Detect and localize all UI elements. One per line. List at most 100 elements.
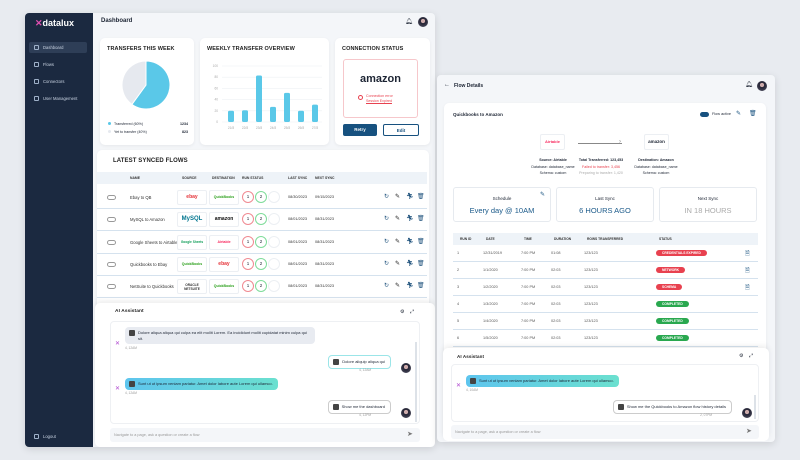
retry-button[interactable]: Retry [343, 124, 377, 136]
flow-toggle[interactable] [107, 284, 116, 290]
users-icon [34, 96, 39, 101]
flow-name[interactable]: Quickbooks to Ebay [130, 262, 167, 267]
edit-icon[interactable]: ✎ [395, 260, 400, 267]
send-icon[interactable]: ➤ [407, 430, 413, 438]
panel-title: AI Assistant [115, 309, 144, 314]
expand-icon[interactable]: ⤢ [749, 353, 753, 359]
session-expired-link[interactable]: Session Expired [366, 99, 392, 103]
flow-toggle[interactable] [107, 217, 116, 223]
logout-button[interactable]: Logout [29, 431, 87, 442]
table-row[interactable]: 1 12/31/2019 7:00 PM 01:08 123/123 CREDENTIA… [453, 245, 758, 262]
source-logo: Airtable [540, 134, 565, 150]
edit-schedule-icon[interactable]: ✎ [540, 191, 545, 198]
run-status-failed[interactable]: 1 [242, 213, 254, 226]
delete-icon[interactable]: 🗑︎ [417, 260, 425, 267]
run-status-failed[interactable]: 1 [242, 235, 254, 248]
run-status-failed[interactable]: 1 [242, 280, 254, 293]
log-file-icon[interactable]: 🗎 [745, 266, 750, 276]
scrollbar[interactable] [754, 395, 756, 419]
flow-name[interactable]: MySQL to Amazon [130, 217, 165, 222]
settings-icon[interactable]: ⚙ [739, 353, 743, 359]
delete-icon[interactable]: 🗑︎ [417, 238, 425, 245]
flow-name[interactable]: Google Sheets to Airtable [130, 240, 178, 245]
back-arrow-icon[interactable]: ← [444, 82, 450, 88]
sidebar-item-user-management[interactable]: User Management [29, 93, 87, 104]
run-icon[interactable]: 🏃︎ [406, 260, 414, 267]
table-row[interactable]: 5 1/4/2020 7:00 PM 02:03 123/123 COMPLETED [453, 313, 758, 330]
status-badge: COMPLETED [656, 335, 689, 341]
notification-icon[interactable]: 🔔︎ [405, 18, 413, 25]
column-header: DESTINATION [212, 176, 235, 180]
status-badge: COMPLETED [656, 301, 689, 307]
amazon-logo: amazon [360, 73, 401, 85]
notification-icon[interactable]: 🔔︎ [745, 81, 753, 88]
table-row[interactable]: Ebay to QB ebay QuickBooks 1 2 08/30/202… [97, 187, 427, 209]
cell-rows: 123/123 [584, 285, 598, 289]
sidebar-item-flows[interactable]: Flows [29, 59, 87, 70]
run-status-success[interactable]: 2 [255, 191, 267, 203]
latest-flows-card: LATEST SYNCED FLOWS NAME SOURCE DESTINATIO… [97, 150, 429, 320]
table-row[interactable]: 6 1/5/2020 7:00 PM 02:03 123/123 COMPLETED [453, 330, 758, 347]
delete-icon[interactable]: 🗑︎ [417, 193, 425, 200]
run-icon[interactable]: 🏃︎ [406, 282, 414, 289]
run-status-success[interactable]: 2 [255, 280, 267, 293]
settings-icon[interactable]: ⚙ [400, 309, 404, 315]
source-logo: MySQL [177, 212, 207, 228]
send-icon[interactable]: ➤ [746, 427, 752, 435]
table-row[interactable]: 3 1/2/2020 7:00 PM 02:03 123/123 SCHEMA 🗎 [453, 279, 758, 296]
flow-toggle[interactable] [107, 261, 116, 267]
table-row[interactable]: Google Sheets to Airtable Google Sheets … [97, 232, 427, 254]
chat-input[interactable]: Navigate to a page, ask a question or cr… [451, 425, 759, 439]
flow-active-toggle[interactable] [700, 112, 709, 117]
run-status-failed[interactable]: 1 [242, 257, 254, 270]
flow-toggle[interactable] [107, 239, 116, 245]
log-file-icon[interactable]: 🗎 [745, 249, 750, 259]
table-row[interactable]: 4 1/3/2020 7:00 PM 02:03 123/123 COMPLETED [453, 296, 758, 313]
legend-label: Transferred (60%) [114, 122, 144, 126]
run-icon[interactable]: 🏃︎ [406, 238, 414, 245]
chat-input[interactable]: Navigate to a page, ask a question or cr… [110, 428, 420, 442]
column-header: RUN ID [460, 237, 472, 241]
cell-time: 7:00 PM [521, 285, 536, 289]
cell-time: 7:00 PM [521, 336, 536, 340]
edit-icon[interactable]: ✎ [395, 193, 400, 200]
refresh-icon[interactable]: ↻ [384, 238, 389, 245]
run-status-success[interactable]: 2 [255, 257, 267, 270]
flow-name[interactable]: Ebay to QB [130, 195, 151, 200]
scrollbar[interactable] [415, 342, 417, 422]
refresh-icon[interactable]: ↻ [384, 193, 389, 200]
delete-icon[interactable]: 🗑︎ [749, 110, 757, 117]
run-status-success[interactable]: 2 [255, 235, 267, 248]
cell-rows: 123/123 [584, 251, 598, 255]
sidebar-item-connectors[interactable]: Connectors [29, 76, 87, 87]
edit-icon[interactable]: ✎ [395, 282, 400, 289]
pie-chart [121, 60, 171, 110]
run-status-success[interactable]: 2 [255, 213, 267, 226]
log-file-icon[interactable]: 🗎 [745, 283, 750, 293]
flow-name[interactable]: NetSuite to Quickbooks [130, 284, 174, 289]
table-row[interactable]: MySQL to Amazon MySQL amazon 1 2 08/01/2… [97, 209, 427, 232]
cell-time: 7:00 PM [521, 251, 536, 255]
table-row[interactable]: Quickbooks to Ebay QuickBooks ebay 1 2 0… [97, 254, 427, 276]
refresh-icon[interactable]: ↻ [384, 282, 389, 289]
bar [228, 110, 234, 122]
card-title: TRANSFERS THIS WEEK [107, 46, 175, 52]
sidebar-item-dashboard[interactable]: Dashboard [29, 42, 87, 53]
avatar[interactable] [418, 17, 428, 27]
avatar[interactable] [757, 81, 767, 91]
table-row[interactable]: 2 1/1/2020 7:00 PM 02:03 123/123 NETWORK 🗎 [453, 262, 758, 279]
run-icon[interactable]: 🏃︎ [406, 193, 414, 200]
run-icon[interactable]: 🏃︎ [406, 215, 414, 222]
edit-icon[interactable]: ✎ [395, 238, 400, 245]
refresh-icon[interactable]: ↻ [384, 260, 389, 267]
table-row[interactable]: NetSuite to Quickbooks ORACLE NETSUITE Q… [97, 276, 427, 299]
flow-toggle[interactable] [107, 195, 116, 200]
refresh-icon[interactable]: ↻ [384, 215, 389, 222]
edit-button[interactable]: Edit [383, 124, 419, 136]
expand-icon[interactable]: ⤢ [410, 309, 414, 315]
edit-icon[interactable]: ✎ [736, 110, 741, 117]
edit-icon[interactable]: ✎ [395, 215, 400, 222]
run-status-failed[interactable]: 1 [242, 191, 254, 203]
delete-icon[interactable]: 🗑︎ [417, 215, 425, 222]
delete-icon[interactable]: 🗑︎ [417, 282, 425, 289]
